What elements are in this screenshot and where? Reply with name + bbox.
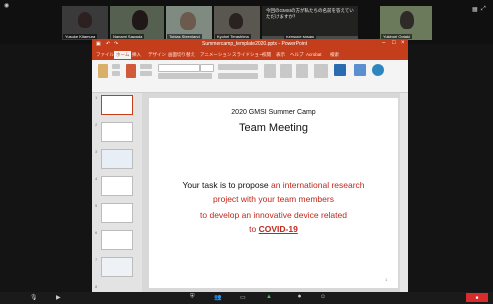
body-text-red: an international research	[270, 180, 365, 190]
new-slide-icon[interactable]	[126, 64, 136, 78]
body-text-black: Your task is to propose	[182, 180, 271, 190]
powerpoint-window: ▣ ↶ ↷ Summercamp_template2020.pptx - Pow…	[92, 39, 408, 292]
participant-tile[interactable]: Kyohei Terashima	[214, 6, 260, 40]
tab-home[interactable]: ホーム	[114, 51, 132, 59]
participant-tile[interactable]: Tobias Steenland	[166, 6, 212, 40]
slide-number: 5	[95, 203, 98, 208]
participant-tile[interactable]: Yukinori Ootaki	[380, 6, 432, 40]
video-camera-icon[interactable]: ▶	[56, 294, 61, 301]
participant-tile[interactable]: Yusuke Kitamura	[62, 6, 108, 40]
quick-styles-icon[interactable]	[296, 64, 308, 78]
avatar	[180, 12, 196, 30]
slide-title: Team Meeting	[238, 122, 309, 134]
tab-design[interactable]: デザイン	[148, 52, 166, 58]
tab-search[interactable]: 検索	[330, 52, 339, 58]
slide-thumbnail[interactable]	[101, 122, 133, 142]
avatar	[229, 13, 243, 29]
font-size-select[interactable]	[200, 64, 214, 72]
arrange-icon[interactable]	[280, 64, 292, 78]
slide-header: 2020 GMSI Summer Camp	[231, 109, 316, 116]
slide-thumbnail[interactable]	[101, 203, 133, 223]
ribbon	[92, 60, 408, 93]
shapes-icon[interactable]	[264, 64, 276, 78]
slide-thumbnail[interactable]	[101, 230, 133, 250]
tab-slideshow[interactable]: スライドショー	[232, 52, 264, 58]
slide-body-line: to develop an innovative device related	[200, 210, 347, 220]
font-format-buttons[interactable]	[158, 73, 212, 79]
security-icon[interactable]: ⛨	[190, 294, 195, 301]
chat-icon[interactable]: ▭	[240, 294, 246, 301]
zoom-control-bar: 🎙 ▶ ⛨ 👥 ▭ ▲ ⏺ ☺	[0, 292, 493, 304]
share-icon[interactable]	[354, 64, 366, 76]
slide-number: 2	[95, 122, 98, 127]
slide-thumbnail[interactable]	[101, 149, 133, 169]
record-icon[interactable]: ⏺	[298, 294, 301, 301]
covid-emphasis: COVID-19	[258, 224, 298, 234]
tab-insert[interactable]: 挿入	[132, 52, 141, 58]
slide-thumbnail[interactable]	[101, 95, 133, 115]
view-grid-icon[interactable]: ▦	[472, 6, 478, 13]
tab-file[interactable]: ファイル	[96, 52, 114, 58]
tab-help[interactable]: ヘルプ	[290, 52, 304, 58]
tab-review[interactable]: 校閲	[262, 52, 271, 58]
redo-icon[interactable]: ↷	[114, 41, 118, 47]
slide-thumbnail[interactable]	[101, 176, 133, 196]
tab-acrobat[interactable]: Acrobat	[306, 52, 322, 57]
slide-body-line: to COVID-19	[149, 224, 398, 234]
minimize-icon[interactable]: –	[382, 40, 385, 46]
copy-icon[interactable]	[112, 71, 120, 76]
tab-view[interactable]: 表示	[276, 52, 285, 58]
tab-animations[interactable]: アニメーション	[200, 52, 231, 58]
slide-number: 3	[95, 149, 98, 154]
slide-number: 7	[95, 257, 98, 262]
title-bar: ▣ ↶ ↷ Summercamp_template2020.pptx - Pow…	[92, 39, 408, 50]
maximize-icon[interactable]: □	[392, 40, 396, 46]
slide-thumbnail[interactable]	[101, 257, 133, 277]
chat-notification[interactable]: 今回のGMSIの方が私たちの名前を答えていただけますか？	[262, 6, 358, 36]
slide-body-line: project with your team members	[213, 194, 334, 204]
participants-icon[interactable]: 👥	[214, 294, 221, 301]
body-text-red: to	[249, 224, 259, 234]
slide-thumbnail-panel: 1 2 3 4 5 6 7 8	[92, 93, 142, 292]
microphone-icon[interactable]: 🎙	[30, 294, 38, 301]
close-icon[interactable]: ×	[401, 40, 405, 46]
slide-body-line: Your task is to propose an international…	[149, 180, 398, 190]
save-icon[interactable]: ▣	[96, 41, 101, 47]
reset-button[interactable]	[140, 71, 152, 76]
alignment-buttons[interactable]	[218, 73, 258, 79]
participant-tile[interactable]: Nanami Sawada	[110, 6, 164, 40]
undo-icon[interactable]: ↶	[106, 41, 110, 47]
vertical-scrollbar[interactable]	[400, 93, 408, 292]
acrobat-share-icon[interactable]	[334, 64, 346, 76]
fullscreen-icon[interactable]: ⤢	[481, 6, 486, 13]
font-name-select[interactable]	[158, 64, 200, 72]
reactions-icon[interactable]: ☺	[320, 294, 326, 300]
avatar	[132, 10, 148, 30]
avatar	[400, 11, 414, 29]
zoom-logo-icon: ◉	[4, 3, 10, 9]
cut-icon[interactable]	[112, 64, 120, 69]
slide-page-number: 1	[385, 277, 388, 282]
window-title: Summercamp_template2020.pptx - PowerPoin…	[202, 41, 308, 47]
end-meeting-button[interactable]: ■	[466, 293, 488, 302]
share-screen-icon[interactable]: ▲	[266, 294, 272, 300]
ribbon-tabs: ファイル ホーム 挿入 デザイン 画面切り替え アニメーション スライドショー …	[92, 50, 408, 60]
paste-icon[interactable]	[98, 64, 108, 78]
slide-number: 8	[95, 284, 98, 289]
paragraph-buttons[interactable]	[218, 64, 258, 70]
avatar	[78, 12, 92, 28]
slide-number: 4	[95, 176, 98, 181]
slide-number: 6	[95, 230, 98, 235]
slide-number: 1	[95, 95, 98, 100]
layout-button[interactable]	[140, 64, 152, 69]
webex-icon[interactable]	[372, 64, 384, 76]
tab-transitions[interactable]: 画面切り替え	[168, 52, 195, 58]
find-replace-icon[interactable]	[314, 64, 328, 78]
current-slide[interactable]: 2020 GMSI Summer Camp Team Meeting Your …	[149, 98, 398, 288]
